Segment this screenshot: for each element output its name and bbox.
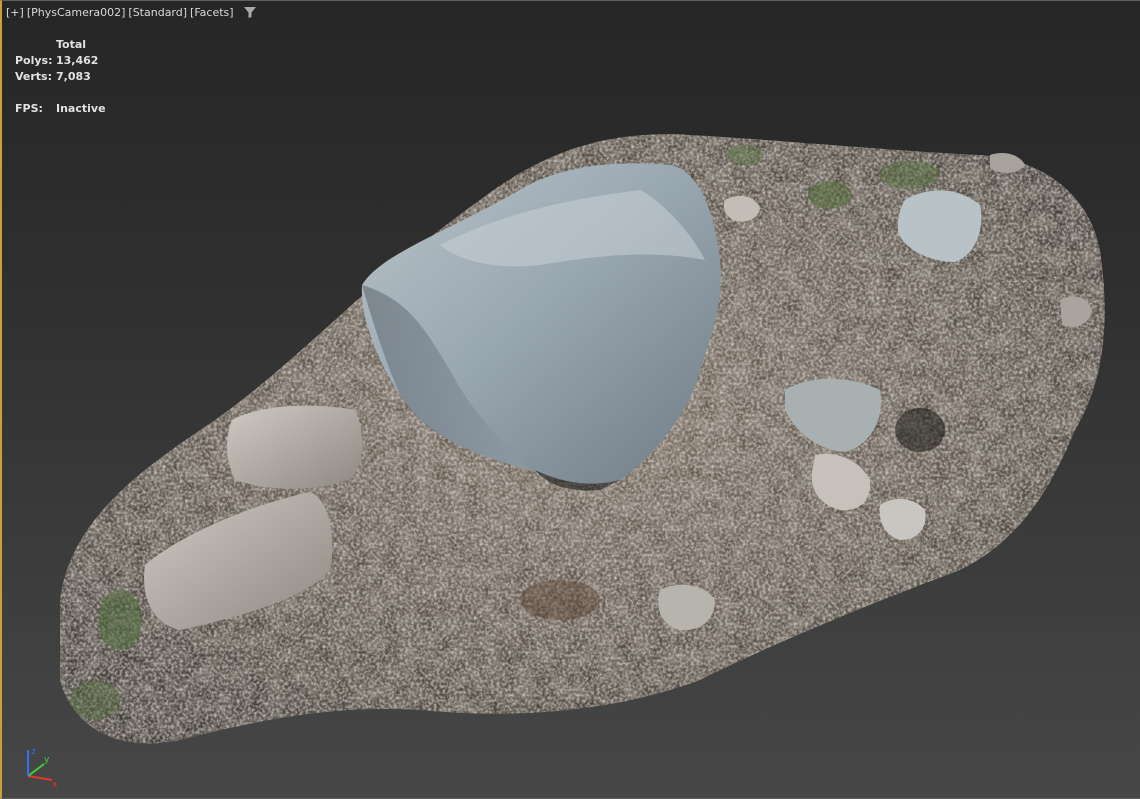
rock-scan-mesh[interactable]: [0, 0, 1140, 799]
axis-tripod-icon: x y z: [27, 747, 58, 788]
fps-label: FPS:: [15, 102, 43, 115]
polys-label: Polys:: [15, 54, 53, 67]
x-axis-label: x: [52, 780, 58, 788]
viewport-point-of-view-menu[interactable]: [PhysCamera002]: [27, 6, 126, 19]
stats-header: Total: [56, 38, 87, 51]
filter-funnel-icon[interactable]: [243, 5, 257, 19]
viewport-shading-quality-menu[interactable]: [Standard]: [128, 6, 187, 19]
verts-value: 7,083: [56, 70, 91, 83]
z-axis-label: z: [31, 747, 36, 757]
verts-label: Verts:: [15, 70, 53, 83]
viewport-shading-menu[interactable]: [Facets]: [190, 6, 234, 19]
perspective-viewport[interactable]: [+] [PhysCamera002] [Standard] [Facets] …: [0, 0, 1140, 799]
y-axis-line: [27, 763, 45, 777]
polys-value: 13,462: [56, 54, 99, 67]
x-axis-line: [27, 775, 53, 781]
y-axis-label: y: [44, 755, 50, 765]
viewport-general-menu[interactable]: [+]: [6, 6, 24, 19]
fps-value: Inactive: [56, 102, 106, 115]
viewport-label-menu: [+] [PhysCamera002] [Standard] [Facets]: [6, 5, 257, 19]
viewport-statistics: Total Polys: 13,462 Verts: 7,083 FPS: In…: [15, 37, 106, 117]
